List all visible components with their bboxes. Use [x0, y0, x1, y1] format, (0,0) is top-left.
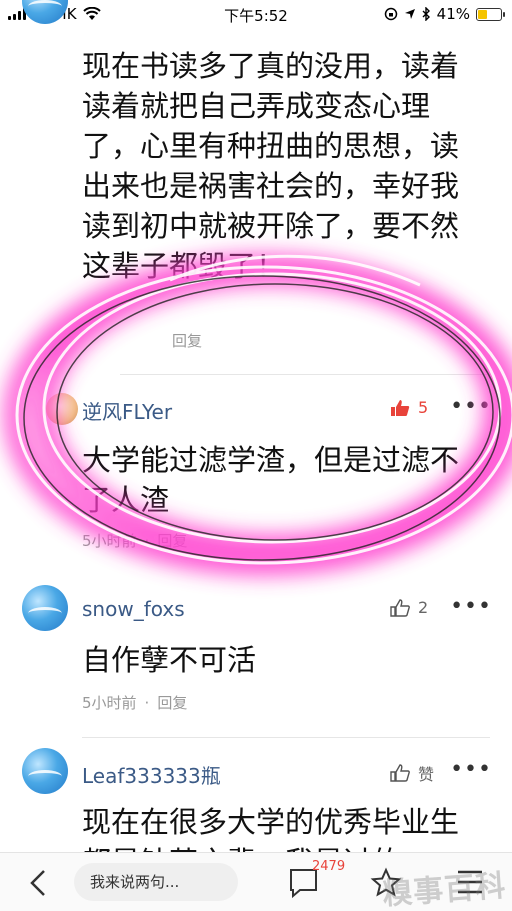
divider — [82, 737, 490, 738]
like-count: 5 — [418, 398, 429, 417]
like-button[interactable]: 2 — [390, 598, 428, 617]
status-bar: CMHK 下午5:52 41% — [0, 0, 512, 30]
thumb-up-icon — [391, 399, 410, 416]
comment-meta: 回复 — [172, 330, 202, 351]
username[interactable]: 逆风FLYer — [82, 396, 172, 425]
comment-meta: 5小时前 · 回复 — [82, 694, 188, 712]
like-label: 赞 — [418, 765, 435, 784]
username[interactable]: Leaf333333瓶 — [82, 760, 221, 789]
comment-text: 大学能过滤学渣，但是过滤不了人渣 — [82, 443, 460, 517]
bluetooth-icon — [422, 7, 430, 21]
avatar[interactable] — [22, 748, 68, 794]
thumb-up-icon — [390, 764, 410, 782]
more-icon[interactable]: ••• — [450, 757, 492, 782]
watermark: 糗事百科 — [381, 868, 508, 911]
avatar[interactable] — [22, 585, 68, 631]
username[interactable]: snow_foxs — [82, 597, 185, 621]
like-button[interactable]: 赞 — [390, 761, 434, 785]
divider — [120, 374, 490, 375]
avatar[interactable] — [46, 393, 78, 425]
comment-text: 现在在很多大学的优秀毕业生都是钻营之辈，我是过的 — [82, 805, 460, 852]
reply-link[interactable]: 回复 — [172, 332, 202, 350]
location-icon — [404, 9, 415, 19]
more-icon[interactable]: ••• — [450, 394, 492, 419]
comment-time: 5小时前 — [82, 694, 137, 712]
comment-text: 自作孽不可活 — [82, 643, 257, 677]
battery-icon — [476, 7, 505, 21]
comment-meta: 5小时前 · 回复 — [82, 532, 188, 550]
comment-text: 现在书读多了真的没用，读着读着就把自己弄成变态心理了，心里有种扭曲的思想，读出来… — [82, 49, 460, 283]
comment-time: 5小时前 — [82, 532, 137, 550]
comment-count: 2479 — [312, 859, 346, 874]
status-right: 41% — [384, 5, 505, 23]
reply-link[interactable]: 回复 — [157, 532, 187, 550]
more-icon[interactable]: ••• — [450, 594, 492, 619]
like-count: 2 — [418, 598, 429, 617]
thumb-up-icon — [390, 598, 410, 617]
reply-link[interactable]: 回复 — [157, 694, 187, 712]
back-icon[interactable] — [26, 867, 54, 899]
lock-rotation-icon — [384, 7, 397, 21]
bottom-bar: 2479 糗事百科 — [0, 852, 512, 911]
battery-percent: 41% — [436, 5, 470, 23]
reply-input[interactable] — [74, 863, 238, 901]
like-button[interactable]: 5 — [390, 398, 428, 417]
